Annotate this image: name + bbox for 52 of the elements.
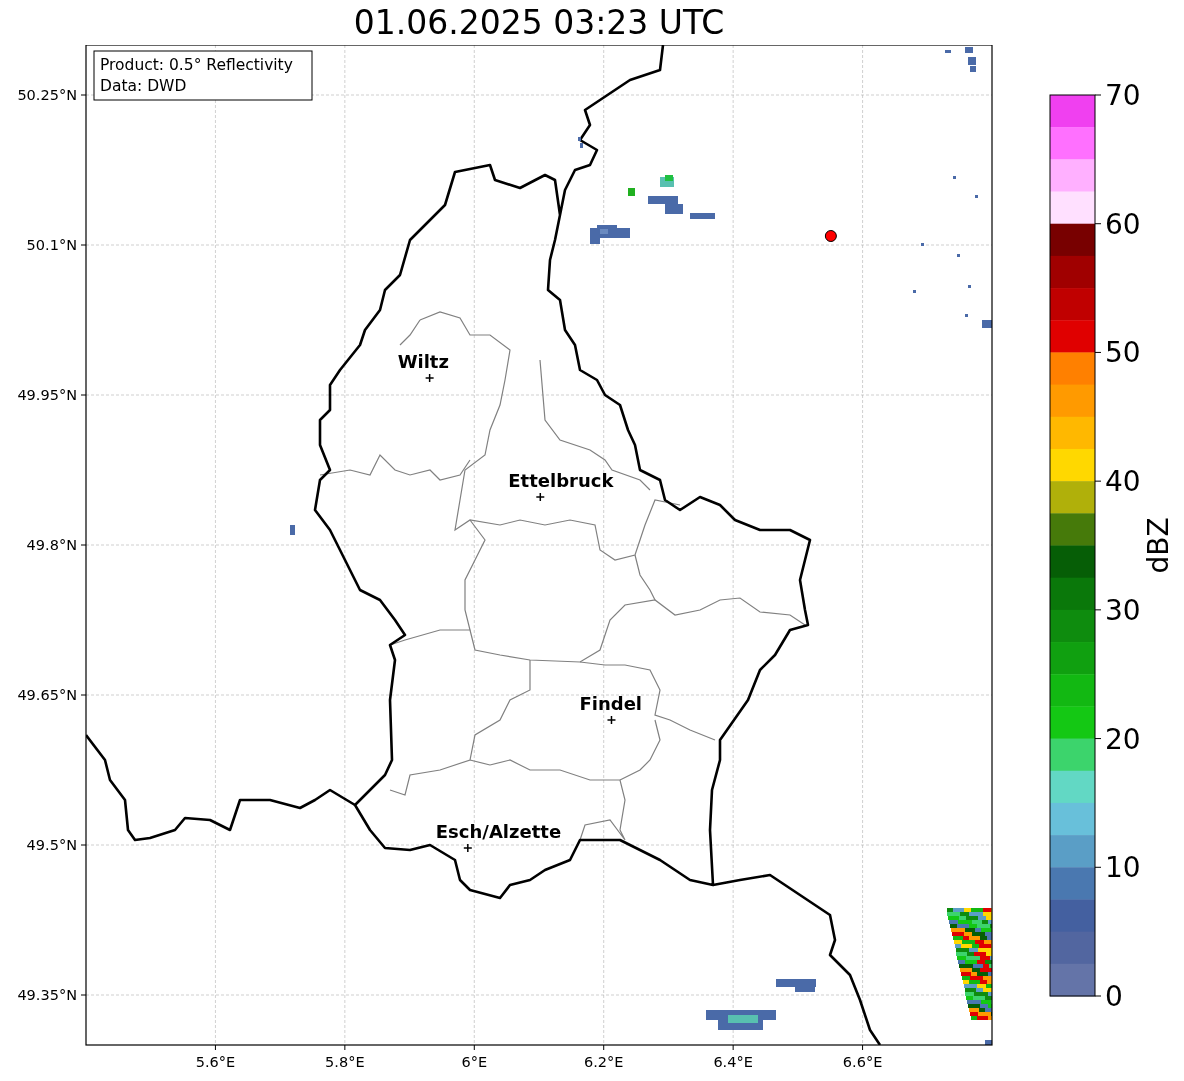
colorbar-tick-label: 10 [1105,851,1141,885]
y-tick-label: 50.1°N [26,237,77,253]
radar-echo-drawing [706,1010,776,1030]
x-tick-label: 6.6°E [842,1054,883,1070]
radar-echo-drawing [590,225,630,244]
city-marker-icon [424,373,435,383]
info-text: Data: DWD [100,77,187,95]
radar-echo-drawing [290,525,295,535]
radar-echo-drawing [648,175,683,214]
city-label: Esch/Alzette [435,821,562,842]
colorbar-tick-label: 50 [1105,336,1141,370]
radar-echo-drawing [953,176,956,179]
city-marker-icon [463,843,473,853]
city-marker-icon [606,715,617,725]
colorbar-tick-label: 0 [1105,980,1123,1013]
radar-echo-drawing [921,243,924,246]
colorbar-tick-label: 70 [1105,79,1141,112]
city-label: Wiltz [397,351,449,372]
x-tick-label: 5.6°E [195,1054,236,1070]
colorbar-tick-label: 30 [1105,593,1141,627]
radar-echo-drawing [578,137,583,148]
y-tick-label: 49.95°N [17,387,77,403]
city-label: Findel [579,693,643,714]
radar-echo-drawing [975,195,978,198]
radar-echo-drawing [913,290,916,293]
radar-echo-drawing [945,47,976,72]
x-tick-label: 5.8°E [325,1054,365,1070]
x-tick-label: 6.4°E [713,1054,753,1070]
radar-echo-drawing [985,1040,992,1045]
colorbar-tick-label: 60 [1105,207,1141,241]
x-tick-label: 6.2°E [583,1054,624,1070]
radar-site-marker [824,230,837,242]
city-label: Ettelbruck [508,470,614,491]
radar-echo-drawing [690,213,715,219]
y-tick-label: 49.5°N [26,837,77,853]
radar-echo-drawing [982,320,992,328]
x-tick-label: 6°E [461,1054,488,1070]
colorbar-tick-label: 40 [1105,465,1141,499]
y-tick-label: 49.65°N [17,687,77,703]
radar-echo-drawing [628,188,635,196]
radar-echo-drawing [965,314,968,317]
y-tick-label: 49.8°N [26,537,77,553]
colorbar-tick-label: 20 [1105,722,1141,756]
y-tick-label: 50.25°N [17,87,77,103]
info-text: Product: 0.5° Reflectivity [100,56,293,74]
map-title: 01.06.2025 03:23 UTC [353,2,725,43]
radar-echo-drawing [968,285,971,288]
y-tick-label: 49.35°N [17,987,77,1003]
colorbar-label: dBZ [1142,517,1175,574]
city-marker-icon [535,492,546,502]
radar-echo-drawing [776,979,816,992]
radar-echo-drawing [957,254,960,257]
